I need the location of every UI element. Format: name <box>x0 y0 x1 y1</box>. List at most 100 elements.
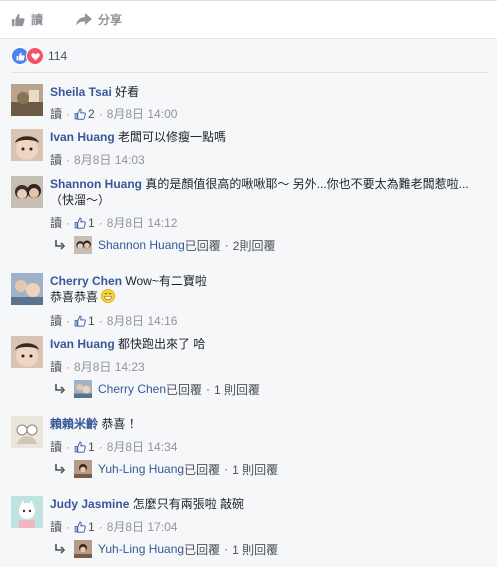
comment-meta: 讀 · 8月8日 14:23 <box>50 358 145 375</box>
reply-author: Yuh-Ling Huang <box>98 542 185 556</box>
comment-timestamp[interactable]: 8月8日 14:03 <box>74 151 145 168</box>
thumbs-up-icon <box>74 315 86 327</box>
comment-timestamp[interactable]: 8月8日 14:12 <box>107 214 178 231</box>
avatar[interactable] <box>11 176 43 208</box>
comment: Cherry Chen Wow~有二寶啦 恭喜恭喜 讀 · 1 · 8月8日 1… <box>11 273 491 329</box>
comment: Shannon Huang 真的是顏值很高的啾啾耶～ 另外...你也不要太為難老… <box>11 176 491 261</box>
reply-author: Cherry Chen <box>98 382 167 396</box>
replies-link[interactable]: Yuh-Ling Huang 已回覆 · 1 則回覆 <box>54 540 278 558</box>
comment-likes[interactable]: 1 <box>74 216 95 230</box>
comment-author[interactable]: Shannon Huang <box>50 177 142 191</box>
reply-label: 已回覆 <box>166 382 203 397</box>
comment-text: 恭喜 ！ <box>101 417 141 431</box>
comment-author[interactable]: 賴賴米齡 <box>50 417 98 431</box>
love-reaction-icon <box>26 47 44 65</box>
reply-avatar <box>74 540 92 558</box>
comment-timestamp[interactable]: 8月8日 14:00 <box>107 105 178 122</box>
comment-likes[interactable]: 1 <box>74 520 95 534</box>
read-link[interactable]: 讀 <box>50 358 62 375</box>
reply-count: 1 則回覆 <box>232 542 279 557</box>
read-link[interactable]: 讀 <box>50 214 62 231</box>
comment-meta: 讀 · 8月8日 14:03 <box>50 151 145 168</box>
comment-timestamp[interactable]: 8月8日 14:16 <box>107 312 178 329</box>
comment-author[interactable]: Judy Jasmine <box>50 497 129 511</box>
comment-author[interactable]: Ivan Huang <box>50 130 115 144</box>
reply-label: 已回覆 <box>184 238 221 253</box>
read-link[interactable]: 讀 <box>50 438 62 455</box>
reactions-summary[interactable]: 114 <box>11 47 67 65</box>
comment-text: 好看 <box>115 85 140 99</box>
comment: Ivan Huang 都快跑出來了 哈 讀 · 8月8日 14:23 Cherr… <box>11 336 491 401</box>
reply-author: Shannon Huang <box>98 238 185 252</box>
reply-avatar <box>74 460 92 478</box>
share-action-label: 分享 <box>98 13 123 27</box>
comment: Ivan Huang 老闆可以修瘦一點嗎 讀 · 8月8日 14:03 <box>11 129 491 169</box>
reply-arrow-icon <box>55 464 66 474</box>
comment-likes[interactable]: 1 <box>74 314 95 328</box>
reply-avatar <box>74 236 92 254</box>
comment-likes[interactable]: 1 <box>74 440 95 454</box>
comment-body: Ivan Huang 都快跑出來了 哈 <box>50 336 490 352</box>
comment-author[interactable]: Ivan Huang <box>50 337 115 351</box>
comment-author[interactable]: Sheila Tsai <box>50 85 112 99</box>
like-count: 1 <box>88 313 95 328</box>
grin-emoji-icon <box>101 289 116 303</box>
reply-arrow-icon <box>55 384 66 394</box>
replies-link[interactable]: Cherry Chen 已回覆 · 1 則回覆 <box>54 380 260 398</box>
comment-timestamp[interactable]: 8月8日 14:23 <box>74 358 145 375</box>
reaction-count: 114 <box>48 49 68 63</box>
read-link[interactable]: 讀 <box>50 312 62 329</box>
replies-link[interactable]: Shannon Huang 已回覆 · 2則回覆 <box>54 236 275 254</box>
like-count: 1 <box>88 215 95 230</box>
comment-author[interactable]: Cherry Chen <box>50 274 122 288</box>
comment-meta: 讀 · 2 · 8月8日 14:00 <box>50 105 178 122</box>
like-count: 1 <box>88 519 95 534</box>
avatar[interactable] <box>11 496 43 528</box>
comment-text-line2: 恭喜恭喜 <box>50 290 99 304</box>
avatar[interactable] <box>11 84 43 116</box>
comment-meta: 讀 · 1 · 8月8日 14:16 <box>50 312 178 329</box>
share-action[interactable]: 分享 <box>76 11 122 28</box>
comment-meta: 讀 · 1 · 8月8日 14:34 <box>50 438 178 455</box>
comment-text: 怎麼只有兩張啦 敲碗 <box>132 497 245 511</box>
replies-link[interactable]: Yuh-Ling Huang 已回覆 · 1 則回覆 <box>54 460 278 478</box>
read-link[interactable]: 讀 <box>50 518 62 535</box>
avatar[interactable] <box>11 273 43 305</box>
divider <box>11 72 489 73</box>
comment-body: Shannon Huang 真的是顏值很高的啾啾耶～ 另外...你也不要太為難老… <box>50 176 490 208</box>
read-action[interactable]: 讀 <box>11 11 43 28</box>
reply-count: 1 則回覆 <box>214 382 261 397</box>
comment-likes[interactable]: 2 <box>74 107 95 121</box>
reply-count: 2則回覆 <box>232 238 276 253</box>
avatar[interactable] <box>11 416 43 448</box>
comment-body: Sheila Tsai 好看 <box>50 84 490 100</box>
comment-timestamp[interactable]: 8月8日 14:34 <box>107 438 178 455</box>
reply-arrow-icon <box>55 544 66 554</box>
read-link[interactable]: 讀 <box>50 151 62 168</box>
comment-body: 賴賴米齡 恭喜 ！ <box>50 416 490 432</box>
like-count: 1 <box>88 439 95 454</box>
comment-meta: 讀 · 1 · 8月8日 14:12 <box>50 214 178 231</box>
comment-text: 老闆可以修瘦一點嗎 <box>118 130 227 144</box>
comment: Judy Jasmine 怎麼只有兩張啦 敲碗 讀 · 1 · 8月8日 17:… <box>11 496 491 561</box>
comment-body: Ivan Huang 老闆可以修瘦一點嗎 <box>50 129 490 145</box>
reply-arrow-icon <box>55 240 66 250</box>
post-action-bar: 讀 分享 <box>0 0 497 39</box>
thumbs-up-icon <box>11 13 25 26</box>
reply-label: 已回覆 <box>184 542 221 557</box>
share-arrow-icon <box>76 12 92 26</box>
comment: 賴賴米齡 恭喜 ！ 讀 · 1 · 8月8日 14:34 Yuh-Ling Hu… <box>11 416 491 481</box>
read-action-label: 讀 <box>31 13 44 27</box>
comment-body: Cherry Chen Wow~有二寶啦 恭喜恭喜 <box>50 273 490 305</box>
read-link[interactable]: 讀 <box>50 105 62 122</box>
thumbs-up-icon <box>74 108 86 120</box>
comment-body: Judy Jasmine 怎麼只有兩張啦 敲碗 <box>50 496 490 512</box>
comment: Sheila Tsai 好看 讀 · 2 · 8月8日 14:00 <box>11 84 491 124</box>
avatar[interactable] <box>11 129 43 161</box>
reply-label: 已回覆 <box>184 462 221 477</box>
comment-timestamp[interactable]: 8月8日 17:04 <box>107 518 178 535</box>
thumbs-up-icon <box>74 441 86 453</box>
avatar[interactable] <box>11 336 43 368</box>
like-count: 2 <box>88 106 95 121</box>
reply-author: Yuh-Ling Huang <box>98 462 185 476</box>
